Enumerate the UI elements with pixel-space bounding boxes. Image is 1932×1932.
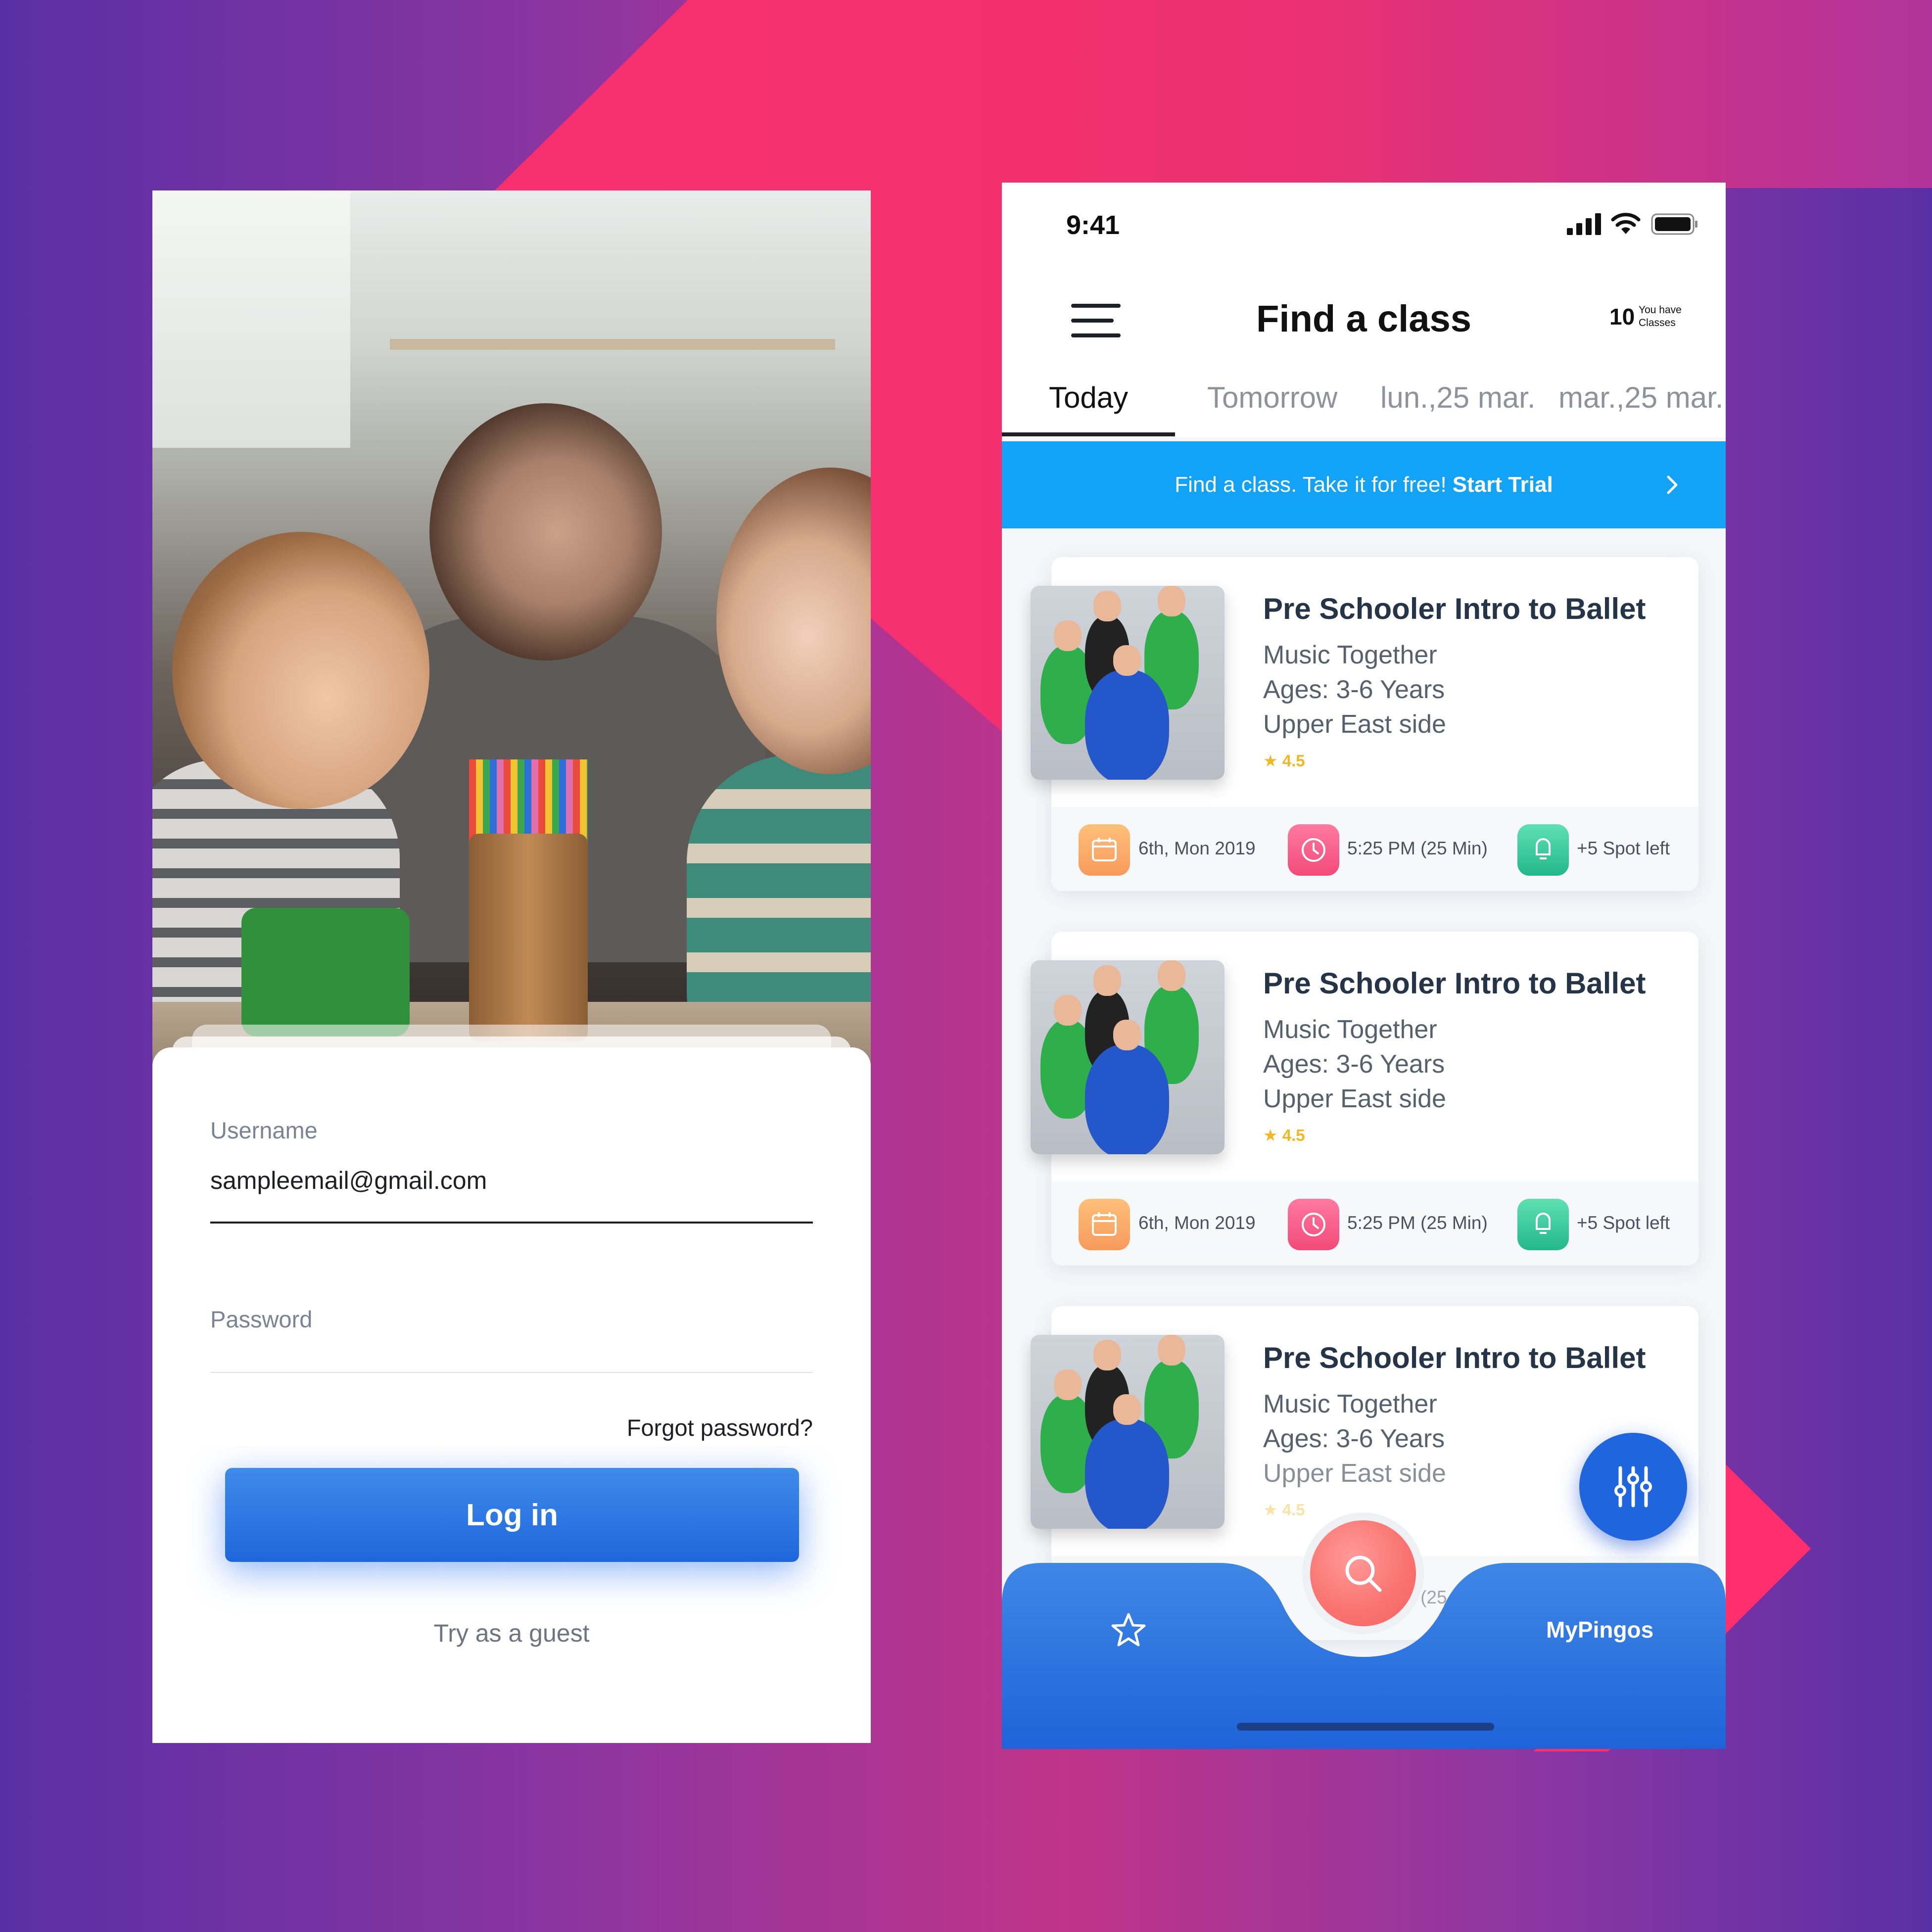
calendar-icon: [1079, 824, 1130, 876]
find-class-screen: 9:41 Find a class 10 You have Classes To…: [1002, 183, 1726, 1749]
star-icon[interactable]: [1110, 1611, 1147, 1649]
dancer-head: [1158, 586, 1185, 616]
class-location: Upper East side: [1263, 710, 1446, 739]
rating-value: 4.5: [1282, 1501, 1305, 1519]
class-thumbnail: [1031, 586, 1225, 780]
class-title: Pre Schooler Intro to Ballet: [1263, 967, 1646, 1000]
hero-photo: [152, 190, 871, 1071]
class-date: 6th, Mon 2019: [1138, 1213, 1256, 1233]
calendar-icon: [1079, 1199, 1130, 1250]
dancer-head: [1113, 1020, 1141, 1050]
dancer-head: [1093, 1340, 1121, 1370]
forgot-password-link[interactable]: Forgot password?: [627, 1414, 813, 1441]
promo-text: Find a class. Take it for free!: [1175, 472, 1447, 497]
tab-mar-25-mar[interactable]: mar.,25 mar.: [1558, 380, 1723, 415]
class-studio: Music Together: [1263, 1015, 1437, 1044]
dancer-head: [1158, 960, 1185, 991]
dancer-head: [1093, 591, 1121, 621]
rating-value: 4.5: [1282, 1126, 1305, 1144]
dancer-head: [1054, 1369, 1082, 1400]
signal-icon: [1567, 213, 1601, 235]
dancer-figure: [1085, 670, 1169, 780]
class-spots: +5 Spot left: [1577, 1213, 1670, 1233]
class-location: Upper East side: [1263, 1459, 1446, 1488]
tab-lun-25-mar[interactable]: lun.,25 mar.: [1380, 380, 1536, 415]
dancer-head: [1113, 645, 1141, 676]
dancer-head: [1113, 1394, 1141, 1425]
home-indicator: [1237, 1723, 1494, 1731]
tab-active-indicator: [1002, 432, 1175, 436]
dancer-figure: [1085, 1419, 1169, 1529]
class-studio: Music Together: [1263, 641, 1437, 669]
class-rating: ★ 4.5: [1263, 1501, 1305, 1519]
dancer-head: [1158, 1335, 1185, 1366]
login-button[interactable]: Log in: [225, 1468, 799, 1562]
nav-mypingos[interactable]: MyPingos: [1546, 1616, 1653, 1643]
filter-button[interactable]: [1579, 1433, 1687, 1541]
tab-today[interactable]: Today: [1049, 380, 1128, 415]
class-count-note: You have Classes: [1639, 304, 1682, 329]
class-spots: +5 Spot left: [1577, 838, 1670, 858]
class-thumbnail: [1031, 1335, 1225, 1529]
class-count: 10: [1609, 304, 1635, 330]
class-studio: Music Together: [1263, 1390, 1437, 1418]
class-ages: Ages: 3-6 Years: [1263, 1050, 1445, 1079]
battery-icon: [1651, 213, 1697, 235]
dancer-figure: [1085, 1044, 1169, 1154]
filter-sliders-icon: [1614, 1466, 1652, 1508]
class-location: Upper East side: [1263, 1084, 1446, 1113]
clock-icon: [1288, 824, 1339, 876]
class-thumbnail: [1031, 960, 1225, 1154]
username-label: Username: [210, 1117, 318, 1143]
class-title: Pre Schooler Intro to Ballet: [1263, 592, 1646, 625]
class-ages: Ages: 3-6 Years: [1263, 675, 1445, 704]
username-input[interactable]: sampleemail@gmail.com: [210, 1166, 487, 1195]
dancer-head: [1054, 620, 1082, 651]
wifi-icon: [1611, 213, 1641, 234]
class-rating: ★ 4.5: [1263, 1126, 1305, 1144]
dancer-head: [1054, 995, 1082, 1026]
class-rating: ★ 4.5: [1263, 752, 1305, 770]
status-bar: 9:41: [1002, 183, 1726, 267]
class-date: 6th, Mon 2019: [1138, 838, 1256, 858]
rating-value: 4.5: [1282, 752, 1305, 770]
class-title: Pre Schooler Intro to Ballet: [1263, 1341, 1646, 1374]
promo-banner[interactable]: Find a class. Take it for free! Start Tr…: [1002, 441, 1726, 528]
seat-icon: [1517, 1199, 1569, 1250]
class-time: 5:25 PM (25 Min): [1347, 838, 1488, 858]
login-screen: Username sampleemail@gmail.com Password …: [152, 190, 871, 1743]
status-time: 9:41: [1066, 210, 1120, 240]
class-ages: Ages: 3-6 Years: [1263, 1424, 1445, 1453]
dancer-head: [1093, 965, 1121, 996]
password-label: Password: [210, 1306, 313, 1332]
login-card: Username sampleemail@gmail.com Password …: [152, 1047, 871, 1743]
password-underline: [210, 1372, 813, 1373]
seat-icon: [1517, 824, 1569, 876]
tab-tomorrow[interactable]: Tomorrow: [1207, 380, 1337, 415]
start-trial-link[interactable]: Start Trial: [1453, 472, 1553, 497]
username-underline: [210, 1222, 813, 1224]
chevron-right-icon: [1667, 475, 1678, 494]
guest-link[interactable]: Try as a guest: [152, 1619, 871, 1648]
clock-icon: [1288, 1199, 1339, 1250]
class-time: 5:25 PM (25 Min): [1347, 1213, 1488, 1233]
search-button[interactable]: [1310, 1520, 1416, 1626]
search-icon: [1345, 1555, 1382, 1592]
